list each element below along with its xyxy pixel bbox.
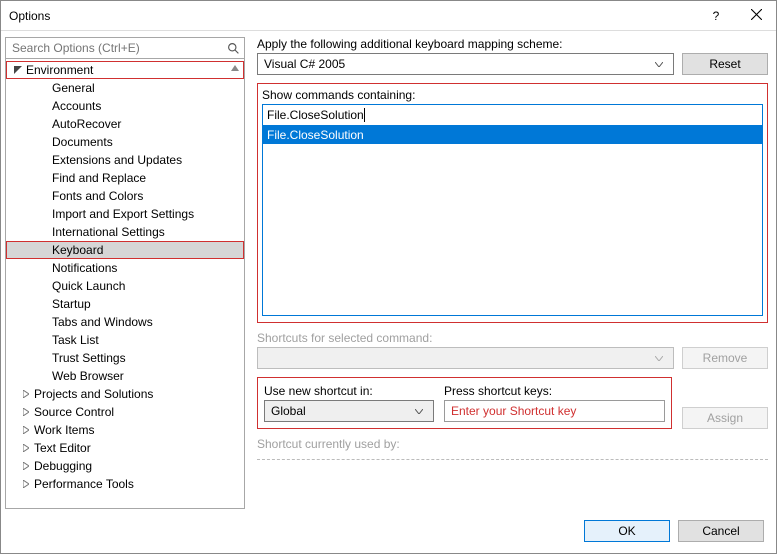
chevron-down-icon bbox=[12, 66, 24, 74]
currently-used-label: Shortcut currently used by: bbox=[257, 437, 768, 451]
options-tree[interactable]: Environment General Accounts AutoRecover… bbox=[5, 59, 245, 509]
tree-label: Environment bbox=[26, 61, 93, 79]
tree-node-work-items[interactable]: Work Items bbox=[6, 421, 244, 439]
use-shortcut-in-select[interactable]: Global bbox=[264, 400, 434, 422]
tree-node-quick-launch[interactable]: Quick Launch bbox=[6, 277, 244, 295]
help-icon: ? bbox=[713, 9, 720, 23]
scheme-select[interactable]: Visual C# 2005 bbox=[257, 53, 674, 75]
tree-node-extensions[interactable]: Extensions and Updates bbox=[6, 151, 244, 169]
scheme-select-value: Visual C# 2005 bbox=[264, 57, 345, 71]
tree-node-keyboard[interactable]: Keyboard bbox=[6, 241, 244, 259]
press-shortcut-annotation: Enter your Shortcut key bbox=[451, 404, 576, 418]
help-button[interactable]: ? bbox=[696, 1, 736, 31]
tree-node-find-replace[interactable]: Find and Replace bbox=[6, 169, 244, 187]
tree-node-international[interactable]: International Settings bbox=[6, 223, 244, 241]
tree-node-tabs-windows[interactable]: Tabs and Windows bbox=[6, 313, 244, 331]
tree-node-debugging[interactable]: Debugging bbox=[6, 457, 244, 475]
tree-node-environment[interactable]: Environment bbox=[6, 61, 244, 79]
commands-list-item[interactable]: File.CloseSolution bbox=[263, 126, 762, 144]
close-icon bbox=[751, 9, 762, 23]
search-icon bbox=[227, 42, 240, 55]
chevron-right-icon bbox=[20, 462, 32, 470]
commands-filter-value: File.CloseSolution bbox=[267, 108, 364, 122]
show-commands-label: Show commands containing: bbox=[262, 88, 763, 102]
cancel-button[interactable]: Cancel bbox=[678, 520, 764, 542]
tree-node-notifications[interactable]: Notifications bbox=[6, 259, 244, 277]
tree-node-text-editor[interactable]: Text Editor bbox=[6, 439, 244, 457]
press-shortcut-input[interactable]: Enter your Shortcut key bbox=[444, 400, 665, 422]
divider bbox=[257, 459, 768, 460]
tree-node-accounts[interactable]: Accounts bbox=[6, 97, 244, 115]
search-options-text[interactable] bbox=[10, 39, 227, 57]
use-shortcut-in-label: Use new shortcut in: bbox=[264, 384, 434, 398]
tree-node-documents[interactable]: Documents bbox=[6, 133, 244, 151]
tree-node-web-browser[interactable]: Web Browser bbox=[6, 367, 244, 385]
tree-node-projects[interactable]: Projects and Solutions bbox=[6, 385, 244, 403]
tree-node-fonts-colors[interactable]: Fonts and Colors bbox=[6, 187, 244, 205]
chevron-up-icon[interactable] bbox=[228, 61, 242, 75]
search-options-input[interactable] bbox=[5, 37, 245, 59]
tree-node-trust-settings[interactable]: Trust Settings bbox=[6, 349, 244, 367]
commands-annotation-box: Show commands containing: File.CloseSolu… bbox=[257, 83, 768, 323]
tree-node-import-export[interactable]: Import and Export Settings bbox=[6, 205, 244, 223]
chevron-right-icon bbox=[20, 408, 32, 416]
press-shortcut-label: Press shortcut keys: bbox=[444, 384, 665, 398]
chevron-down-icon bbox=[411, 409, 427, 414]
commands-filter-input[interactable]: File.CloseSolution bbox=[262, 104, 763, 126]
scheme-label: Apply the following additional keyboard … bbox=[257, 37, 768, 51]
window-title: Options bbox=[9, 9, 696, 23]
chevron-down-icon bbox=[651, 62, 667, 67]
chevron-right-icon bbox=[20, 444, 32, 452]
tree-node-autorecover[interactable]: AutoRecover bbox=[6, 115, 244, 133]
chevron-down-icon bbox=[651, 356, 667, 361]
reset-button[interactable]: Reset bbox=[682, 53, 768, 75]
chevron-right-icon bbox=[20, 426, 32, 434]
tree-node-task-list[interactable]: Task List bbox=[6, 331, 244, 349]
close-button[interactable] bbox=[736, 1, 776, 31]
tree-node-source-control[interactable]: Source Control bbox=[6, 403, 244, 421]
shortcuts-selected-select bbox=[257, 347, 674, 369]
ok-button[interactable]: OK bbox=[584, 520, 670, 542]
tree-node-startup[interactable]: Startup bbox=[6, 295, 244, 313]
commands-listbox[interactable]: File.CloseSolution bbox=[262, 126, 763, 316]
shortcut-annotation-box: Use new shortcut in: Global Press shortc… bbox=[257, 377, 672, 429]
tree-node-performance-tools[interactable]: Performance Tools bbox=[6, 475, 244, 493]
assign-button: Assign bbox=[682, 407, 768, 429]
text-cursor-icon bbox=[364, 108, 365, 122]
chevron-right-icon bbox=[20, 390, 32, 398]
use-shortcut-in-value: Global bbox=[271, 404, 306, 418]
chevron-right-icon bbox=[20, 480, 32, 488]
remove-button: Remove bbox=[682, 347, 768, 369]
tree-node-general[interactable]: General bbox=[6, 79, 244, 97]
shortcuts-selected-label: Shortcuts for selected command: bbox=[257, 331, 768, 345]
